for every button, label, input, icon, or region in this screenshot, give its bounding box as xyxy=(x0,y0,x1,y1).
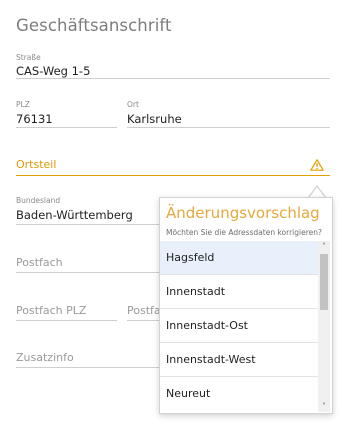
suggestion-item-innenstadt-west[interactable]: Innenstadt-West xyxy=(160,343,318,377)
zusatzinfo-placeholder: Zusatzinfo xyxy=(16,351,74,364)
ort-field[interactable]: Ort Karlsruhe xyxy=(127,100,330,128)
ortsteil-placeholder: Ortsteil xyxy=(16,158,57,171)
suggestion-item-neureut[interactable]: Neureut xyxy=(160,377,318,411)
strasse-field[interactable]: Straße CAS-Weg 1-5 xyxy=(16,53,330,79)
suggestion-item-innenstadt-ost[interactable]: Innenstadt-Ost xyxy=(160,309,318,343)
postfach-plz-field[interactable]: Postfach PLZ xyxy=(16,304,117,321)
suggestion-item-hagsfeld[interactable]: Hagsfeld xyxy=(160,241,318,275)
section-title: Geschäftsanschrift xyxy=(16,16,172,35)
warning-triangle-icon[interactable] xyxy=(310,159,324,171)
postfach-plz-placeholder: Postfach PLZ xyxy=(16,304,87,317)
suggestion-item-innenstadt[interactable]: Innenstadt xyxy=(160,275,318,309)
strasse-label: Straße xyxy=(16,53,41,62)
plz-field[interactable]: PLZ 76131 xyxy=(16,100,117,128)
popup-subtitle: Möchten Sie die Adressdaten korrigieren? xyxy=(166,228,322,237)
ortsteil-field[interactable]: Ortsteil xyxy=(16,157,330,176)
scroll-thumb[interactable] xyxy=(320,254,328,310)
strasse-value: CAS-Weg 1-5 xyxy=(16,64,91,78)
bundesland-label: Bundesland xyxy=(16,196,61,205)
popup-title: Änderungsvorschlag xyxy=(166,204,320,222)
plz-label: PLZ xyxy=(16,100,30,109)
bundesland-value: Baden-Württemberg xyxy=(16,208,133,222)
suggestion-popup: Änderungsvorschlag Möchten Sie die Adres… xyxy=(159,197,333,414)
suggestion-list[interactable]: Hagsfeld Innenstadt Innenstadt-Ost Innen… xyxy=(160,241,318,412)
ort-value: Karlsruhe xyxy=(127,112,182,126)
ort-label: Ort xyxy=(127,100,139,109)
postfach-placeholder: Postfach xyxy=(16,256,63,269)
chevron-up-icon[interactable]: ˄ xyxy=(318,241,330,252)
suggestion-scrollbar[interactable]: ˄ ˅ xyxy=(318,241,330,412)
plz-value: 76131 xyxy=(16,112,53,126)
chevron-down-icon[interactable]: ˅ xyxy=(318,401,330,412)
